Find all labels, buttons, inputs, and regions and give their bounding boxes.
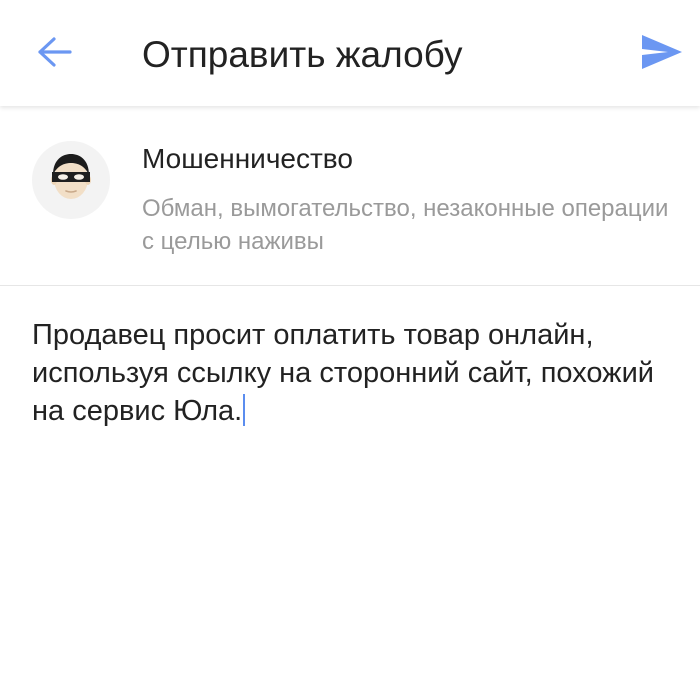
- back-button[interactable]: [26, 30, 82, 78]
- category-description: Обман, вымогательство, незаконные операц…: [142, 195, 669, 255]
- category-title: Мошенничество: [142, 143, 353, 174]
- category-avatar: [32, 141, 110, 219]
- top-app-bar: Отправить жалобу: [0, 0, 700, 106]
- masked-bandit-icon: [45, 149, 97, 212]
- page-title: Отправить жалобу: [142, 34, 463, 75]
- send-icon: [640, 33, 684, 76]
- complaint-text: Продавец просит оплатить товар онлайн, и…: [32, 319, 654, 427]
- category-item[interactable]: Мошенничество Обман, вымогательство, нез…: [0, 106, 700, 285]
- complaint-text-field[interactable]: Продавец просит оплатить товар онлайн, и…: [32, 316, 672, 430]
- text-caret: [243, 394, 246, 426]
- divider: [0, 285, 700, 286]
- complaint-screen: Отправить жалобу Мошенничество Обман, вы…: [0, 0, 700, 698]
- send-button[interactable]: [634, 28, 690, 80]
- arrow-left-icon: [34, 35, 74, 74]
